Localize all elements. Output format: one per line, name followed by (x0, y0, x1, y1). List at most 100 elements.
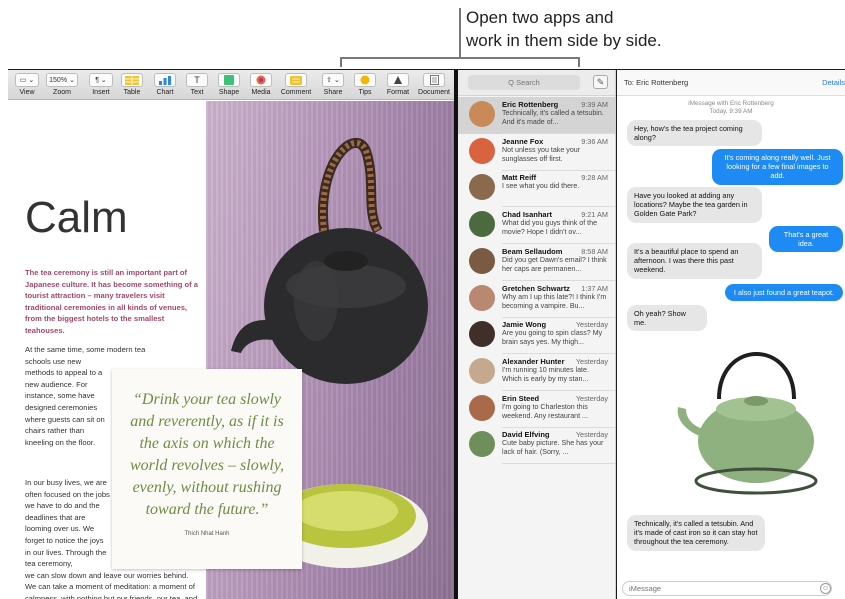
toolbar-format[interactable]: Format (383, 73, 413, 97)
avatar (469, 394, 495, 421)
conversation-item[interactable]: Matt Reiff 9:28 AM I see what you did ther… (458, 170, 615, 208)
toolbar-tips-label: Tips (358, 89, 372, 96)
toolbar-document[interactable]: Document (416, 73, 452, 97)
toolbar-document-label: Document (418, 89, 450, 96)
conversation-name: Beam Sellaudom (502, 246, 563, 256)
compose-icon[interactable]: ✎ (593, 75, 608, 89)
pull-quote-card[interactable]: “Drink your tea slowly and reverently, a… (112, 369, 302, 569)
conversation-preview: I see what you did there. (502, 182, 580, 191)
conversation-item[interactable]: David Elfving Yesterday Cute baby picture.… (458, 427, 615, 465)
conversation-separator (502, 463, 615, 465)
conversation-time: 8:58 AM (581, 246, 608, 256)
toolbar-insert-label: Insert (92, 89, 110, 96)
lede-paragraph: The tea ceremony is still an important p… (25, 268, 199, 335)
conversation-name: Jamie Wong (502, 320, 547, 330)
comment-icon (285, 73, 307, 87)
callout-bracket-right (578, 57, 580, 67)
conversation-name: Jeanne Fox (502, 136, 544, 146)
messages-search-row: ✎ (458, 70, 615, 96)
conversation-item[interactable]: Alexander Hunter Yesterday I'm running 10 … (458, 354, 615, 391)
conversation-item[interactable]: Beam Sellaudom 8:58 AM Did you get Dawn's … (458, 244, 615, 281)
pages-window: ▭ ⌄ View 150% ⌄ Zoom ¶ ⌄ Insert Table Ch… (8, 70, 454, 599)
conversation-time: 1:37 AM (581, 283, 608, 293)
conversation-item[interactable]: Jamie Wong Yesterday Are you going to spin… (458, 317, 615, 355)
document-canvas[interactable]: Calm The tea ceremony is still an import… (8, 101, 454, 599)
conversation-time: Yesterday (575, 430, 608, 440)
details-button[interactable]: Details (822, 78, 845, 87)
view-icon: ▭ ⌄ (15, 73, 39, 87)
search-input[interactable] (468, 75, 580, 90)
toolbar-zoom[interactable]: 150% ⌄ Zoom (44, 73, 80, 97)
emoji-icon[interactable]: ☺ (820, 583, 831, 594)
conversation-time: 9:39 AM (581, 100, 608, 109)
toolbar-view[interactable]: ▭ ⌄ View (12, 73, 42, 97)
callout-line-2: work in them side by side. (466, 31, 662, 50)
chat-pane: To: Eric Rottenberg Details iMessage wit… (617, 70, 845, 599)
avatar (469, 357, 495, 384)
body-paragraph-1: At the same time, some modern tea school… (25, 344, 145, 448)
toolbar-shape[interactable]: Shape (215, 73, 243, 97)
callout-bracket (340, 57, 579, 59)
conversation-item[interactable]: Chad Isanhart 9:21 AM What did you guys th… (458, 207, 615, 245)
body-paragraph-1-rest: schools use new methods to appeal to a n… (25, 356, 105, 447)
toolbar-media-label: Media (251, 89, 271, 96)
pull-quote-author: Thich Nhat Hanh (184, 531, 230, 537)
message-bubble: Technically, it's called a tetsubin. And… (627, 515, 765, 551)
conversation-item[interactable]: Erin Steed Yesterday I'm going to Charlest… (458, 391, 615, 428)
toolbar-comment[interactable]: Comment (278, 73, 314, 97)
pull-quote-text: “Drink your tea slowly and reverently, a… (129, 391, 285, 518)
conversation-preview: Technically, it's called a tetsubin. And… (502, 109, 604, 126)
conversation-preview: Did you get Dawn's email? I think her ca… (502, 255, 607, 273)
chat-recipient[interactable]: To: Eric Rottenberg (624, 78, 688, 87)
conversation-item[interactable]: Gretchen Schwartz 1:37 AM Why am I up this… (458, 281, 615, 318)
conversation-name: Eric Rottenberg (502, 100, 559, 109)
conversation-item[interactable]: Eric Rottenberg 9:39 AM Technically, it's … (458, 97, 615, 134)
message-bubble: It's a beautiful place to spend an after… (627, 243, 762, 279)
toolbar-tips[interactable]: Tips (352, 73, 378, 97)
conversation-name: Chad Isanhart (502, 210, 553, 220)
message-input[interactable] (622, 581, 832, 596)
conversation-time: 9:36 AM (581, 136, 608, 146)
message-bubble: I also just found a great teapot. (725, 284, 843, 302)
format-brush-icon (387, 73, 409, 87)
toolbar-media[interactable]: Media (247, 73, 275, 97)
conversation-time: Yesterday (575, 320, 608, 330)
toolbar-text-label: Text (190, 89, 204, 96)
conversation-preview: Not unless you take your sunglasses off … (502, 145, 581, 163)
pages-toolbar: ▭ ⌄ View 150% ⌄ Zoom ¶ ⌄ Insert Table Ch… (8, 70, 454, 100)
body-paragraph-1-first-line: At the same time, some modern tea (25, 345, 146, 354)
conversation-preview: What did you guys think of the movie? Ho… (502, 219, 598, 237)
toolbar-text[interactable]: T Text (184, 73, 210, 97)
toolbar-table[interactable]: Table (118, 73, 146, 97)
conversation-preview: Cute baby picture. She has your lack of … (502, 439, 604, 457)
tips-icon (354, 73, 376, 87)
conversation-preview: I'm running 10 minutes late. Which is ea… (502, 365, 589, 383)
avatar (469, 211, 495, 238)
body-paragraph-2-end: we can slow down and leave our worries b… (25, 570, 198, 599)
conversation-name: Erin Steed (502, 393, 540, 403)
body-paragraph-2: In our busy lives, we are often focused … (25, 477, 197, 599)
teapot-image[interactable] (674, 329, 839, 509)
toolbar-share[interactable]: ⇧ ⌄ Share (320, 73, 346, 97)
conversation-name: Matt Reiff (502, 173, 537, 183)
conversation-name: David Elfving (502, 430, 550, 440)
toolbar-format-label: Format (386, 89, 410, 96)
table-icon (121, 73, 143, 87)
avatar (469, 174, 495, 201)
toolbar-insert[interactable]: ¶ ⌄ Insert (86, 73, 116, 97)
avatar (469, 101, 495, 127)
conversation-preview: I'm going to Charleston this weekend. An… (502, 402, 588, 420)
avatar (469, 137, 495, 164)
avatar (469, 321, 495, 348)
share-icon: ⇧ ⌄ (322, 73, 344, 87)
message-bubble: That's a great idea. (769, 226, 843, 253)
document-title: Calm (25, 193, 128, 242)
text-icon: T (186, 73, 208, 87)
message-bubble: Oh yeah? Show me. (627, 305, 707, 332)
toolbar-comment-label: Comment (280, 89, 312, 96)
conversation-item[interactable]: Jeanne Fox 9:36 AM Not unless you take you… (458, 134, 615, 171)
chat-meta: iMessage with Eric Rottenberg Today, 9:3… (617, 100, 845, 116)
callout-bracket-left (340, 57, 342, 67)
toolbar-view-label: View (19, 89, 35, 96)
toolbar-chart[interactable]: Chart (151, 73, 179, 97)
